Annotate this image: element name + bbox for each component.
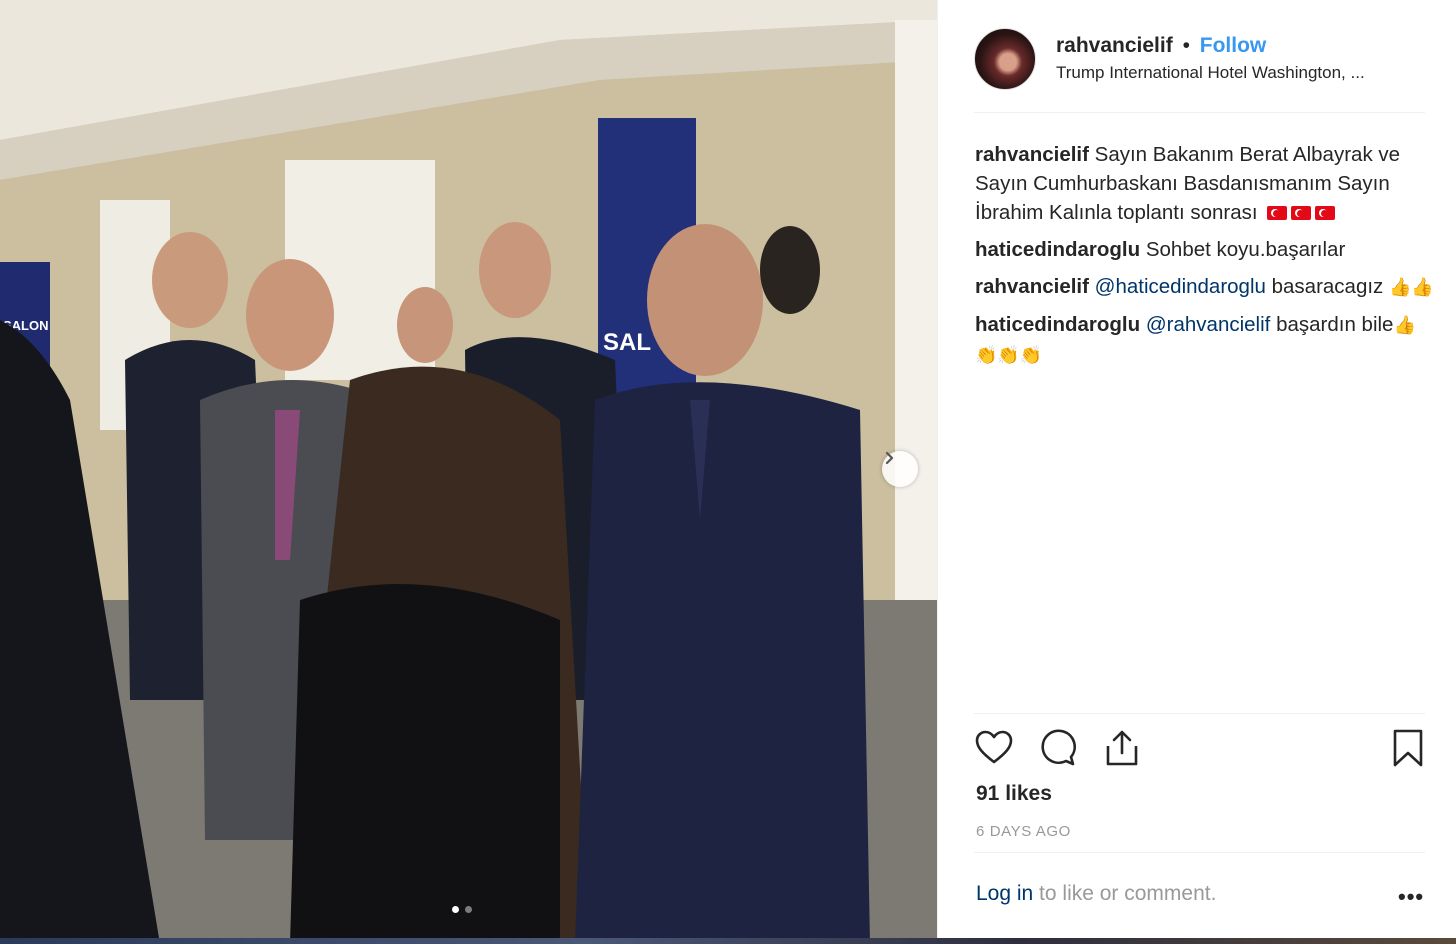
banner-right-text: SAL: [603, 329, 651, 356]
turkey-flag-icon: [1291, 206, 1312, 220]
footer-divider: [974, 852, 1425, 853]
header-divider: [974, 112, 1425, 113]
comment-text: basaracagız: [1271, 275, 1384, 298]
bookmark-icon: [1393, 729, 1423, 767]
action-bar: [974, 728, 1426, 770]
comment-username[interactable]: haticedindaroglu: [975, 238, 1140, 261]
comment-username[interactable]: rahvancielif: [975, 143, 1089, 166]
username-link[interactable]: rahvancielif: [1056, 34, 1173, 57]
carousel-indicator: [452, 906, 472, 913]
comment-mention[interactable]: @haticedindaroglu: [1095, 275, 1266, 298]
comment-text: başardın bile: [1276, 313, 1394, 336]
comment-item: haticedindaroglu @rahvancielif başardın …: [975, 310, 1435, 370]
comment-item: haticedindaroglu Sohbet koyu.başarılar: [975, 235, 1435, 264]
post-header: rahvancielif • Follow Trump Internationa…: [974, 26, 1424, 92]
post-photo[interactable]: SALON SAL: [0, 0, 937, 944]
thumbs-up-emoji-icon: 👍👍: [1389, 277, 1434, 298]
comment-username[interactable]: haticedindaroglu: [975, 313, 1140, 336]
actions-divider: [974, 713, 1425, 714]
share-button[interactable]: [1102, 728, 1142, 768]
header-user-row: rahvancielif • Follow: [1056, 34, 1266, 58]
comment-caption: rahvancielif Sayın Bakanım Berat Albayra…: [975, 140, 1435, 227]
login-link[interactable]: Log in: [976, 882, 1033, 905]
more-options-button[interactable]: •••: [1398, 884, 1424, 910]
heart-icon: [975, 730, 1013, 764]
post-date[interactable]: 6 DAYS AGO: [976, 823, 1071, 840]
photo-scene: SALON SAL: [0, 0, 937, 944]
carousel-dot: [465, 906, 472, 913]
like-button[interactable]: [974, 728, 1014, 768]
likes-count[interactable]: 91 likes: [976, 782, 1052, 806]
comment-bubble-icon: [1041, 729, 1076, 766]
post-sidebar: rahvancielif • Follow Trump Internationa…: [937, 0, 1456, 938]
follow-button[interactable]: Follow: [1200, 34, 1267, 57]
carousel-next-button[interactable]: [882, 451, 918, 487]
save-button[interactable]: [1388, 728, 1428, 768]
turkey-flag-icon: [1267, 206, 1288, 220]
carousel-dot-active: [452, 906, 459, 913]
comment-username[interactable]: rahvancielif: [975, 275, 1089, 298]
login-suffix: to like or comment.: [1033, 882, 1217, 905]
comment-item: rahvancielif @haticedindaroglu basaracag…: [975, 272, 1435, 302]
comments-list: rahvancielif Sayın Bakanım Berat Albayra…: [975, 140, 1435, 378]
share-icon: [1106, 730, 1138, 766]
location-link[interactable]: Trump International Hotel Washington, ..…: [1056, 63, 1426, 83]
comment-text: Sohbet koyu.başarılar: [1145, 238, 1346, 261]
comment-mention[interactable]: @rahvancielif: [1146, 313, 1271, 336]
avatar[interactable]: [974, 28, 1036, 90]
turkey-flag-icon: [1315, 206, 1336, 220]
bottom-strip: [0, 938, 1456, 944]
login-prompt: Log in to like or comment.: [976, 882, 1216, 906]
chevron-right-icon: [885, 451, 894, 465]
comment-button[interactable]: [1038, 728, 1078, 768]
separator-bullet: •: [1182, 34, 1190, 57]
